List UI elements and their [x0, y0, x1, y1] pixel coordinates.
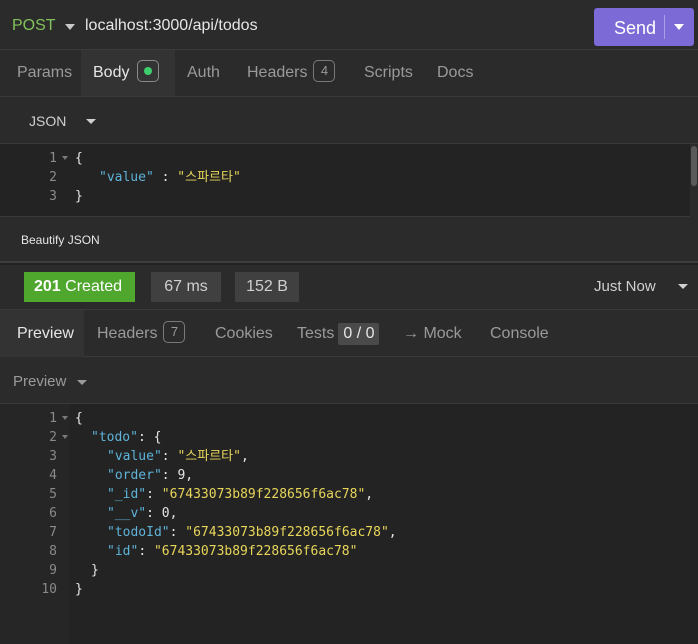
- code-line: }: [75, 189, 83, 204]
- http-method[interactable]: POST: [12, 17, 56, 35]
- code-line: }: [75, 582, 83, 597]
- tab-cookies[interactable]: Cookies: [202, 310, 284, 357]
- line-number: 4: [49, 468, 57, 483]
- tab-tests[interactable]: Tests 0 / 0: [284, 310, 390, 357]
- history-select[interactable]: Just Now: [594, 278, 656, 295]
- code-line: {: [75, 151, 83, 166]
- tests-count-badge: 0 / 0: [338, 323, 380, 345]
- code-line: "id": "67433073b89f228656f6ac78": [107, 544, 358, 559]
- line-number: 2: [49, 430, 57, 445]
- body-format-bar: JSON: [0, 97, 698, 144]
- request-body-editor[interactable]: 1 { 2 "value" : "스파르타" 3 }: [0, 144, 698, 217]
- line-number: 2: [49, 170, 57, 185]
- response-time-badge: 67 ms: [151, 272, 221, 302]
- fold-icon[interactable]: [62, 156, 68, 160]
- line-number: 3: [49, 189, 57, 204]
- line-number: 10: [41, 582, 57, 597]
- line-number: 3: [49, 449, 57, 464]
- line-number: 6: [49, 506, 57, 521]
- tab-preview[interactable]: Preview: [0, 310, 84, 357]
- send-divider: [664, 15, 665, 39]
- tab-auth[interactable]: Auth: [175, 50, 235, 96]
- code-line: "value" : "스파르타": [99, 170, 241, 185]
- tab-headers[interactable]: Headers 4: [235, 50, 353, 96]
- beautify-json-button[interactable]: Beautify JSON: [21, 233, 100, 247]
- tab-mock[interactable]: → Mock: [390, 310, 478, 357]
- url-bar: POST localhost:3000/api/todos Send: [0, 0, 698, 50]
- chevron-down-icon[interactable]: [674, 24, 684, 30]
- code-line: "todo": {: [91, 430, 162, 445]
- line-number: 8: [49, 544, 57, 559]
- tab-console[interactable]: Console: [478, 310, 568, 357]
- code-line: "_id": "67433073b89f228656f6ac78",: [107, 487, 374, 502]
- fold-icon[interactable]: [62, 416, 68, 420]
- send-button-label: Send: [614, 18, 657, 38]
- line-number: 1: [49, 151, 57, 166]
- url-input[interactable]: localhost:3000/api/todos: [85, 17, 258, 35]
- line-number: 1: [49, 411, 57, 426]
- beautify-bar: Beautify JSON: [0, 217, 698, 263]
- code-line: "order": 9,: [107, 468, 194, 483]
- status-badge: 201 Created: [24, 272, 135, 302]
- editor-scrollbar[interactable]: [690, 144, 698, 217]
- line-number: 5: [49, 487, 57, 502]
- body-format-select[interactable]: JSON: [29, 113, 66, 129]
- tab-response-headers[interactable]: Headers 7: [84, 310, 202, 357]
- request-tabs: Params Body Auth Headers 4 Scripts Docs: [0, 50, 698, 97]
- chevron-down-icon[interactable]: [77, 380, 87, 385]
- headers-count-badge: 4: [313, 59, 336, 82]
- code-line: }: [91, 563, 99, 578]
- tab-scripts[interactable]: Scripts: [353, 50, 427, 96]
- active-dot-icon: [137, 59, 160, 82]
- code-line: "todoId": "67433073b89f228656f6ac78",: [107, 525, 397, 540]
- code-line: "value": "스파르타",: [107, 449, 249, 464]
- response-status-bar: 201 Created 67 ms 152 B Just Now: [0, 265, 698, 310]
- line-number: 9: [49, 563, 57, 578]
- tab-params[interactable]: Params: [0, 50, 81, 96]
- code-line: {: [75, 411, 83, 426]
- line-number: 7: [49, 525, 57, 540]
- code-line: "__v": 0,: [107, 506, 178, 521]
- response-tabs: Preview Headers 7 Cookies Tests 0 / 0 → Mo…: [0, 310, 698, 357]
- fold-icon[interactable]: [62, 435, 68, 439]
- headers-count-badge: 7: [163, 320, 186, 343]
- tab-body[interactable]: Body: [81, 50, 175, 96]
- chevron-down-icon[interactable]: [678, 284, 688, 289]
- chevron-down-icon[interactable]: [86, 119, 96, 124]
- send-button[interactable]: Send: [594, 8, 694, 46]
- scroll-thumb[interactable]: [691, 146, 697, 186]
- chevron-down-icon[interactable]: [65, 24, 75, 30]
- preview-mode-bar: Preview: [0, 357, 698, 404]
- preview-mode-select[interactable]: Preview: [13, 373, 66, 390]
- response-size-badge: 152 B: [235, 272, 299, 302]
- tab-docs[interactable]: Docs: [427, 50, 487, 96]
